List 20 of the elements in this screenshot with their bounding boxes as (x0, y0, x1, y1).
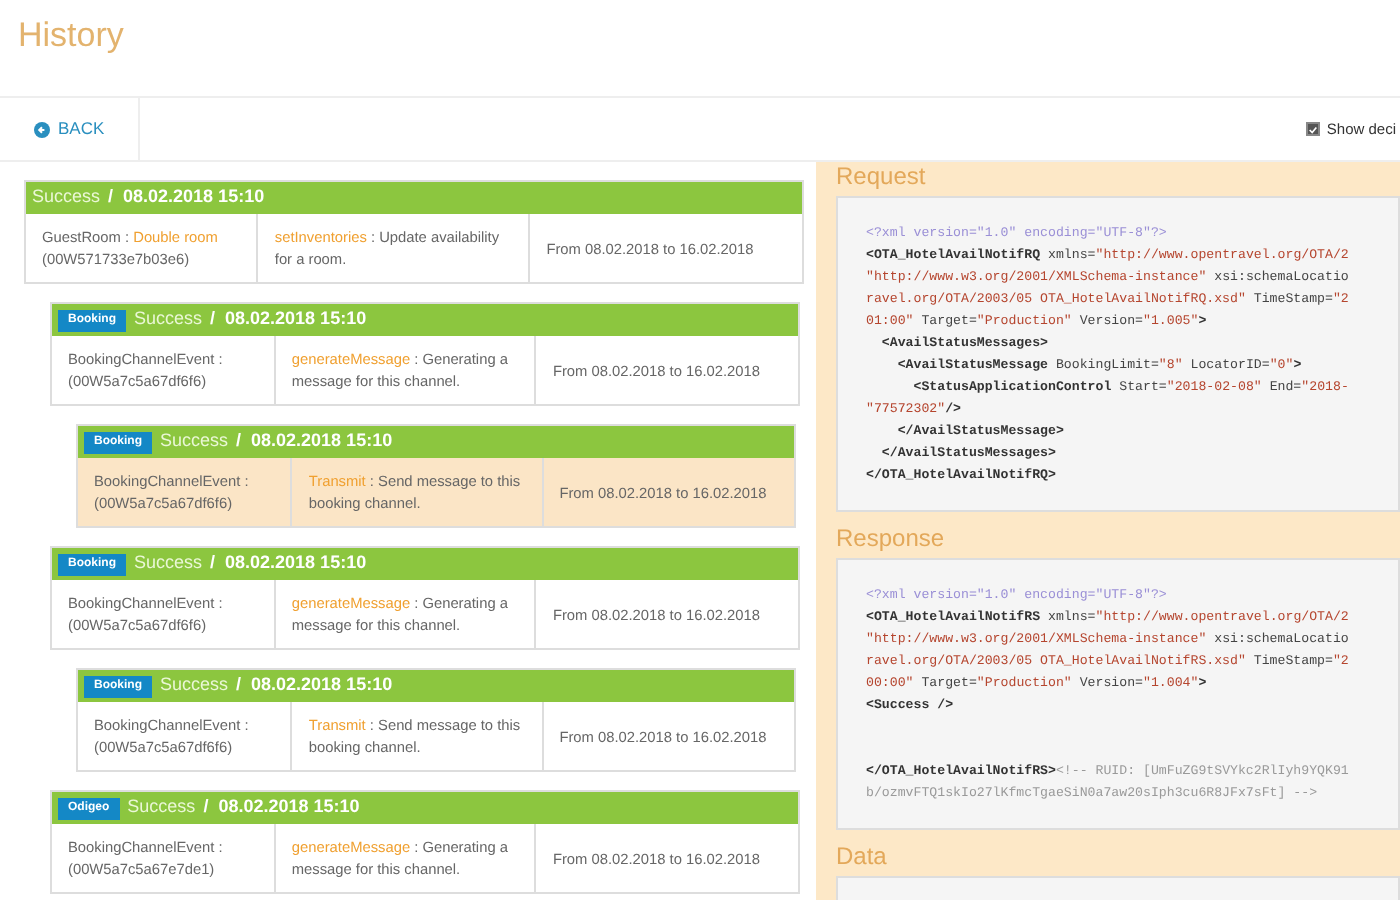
date-text: / 08.02.2018 15:10 (108, 184, 265, 211)
back-button[interactable]: BACK (34, 116, 105, 142)
status-text: Success (134, 306, 203, 333)
status-text: Success (160, 428, 229, 455)
date-text: / 08.02.2018 15:10 (210, 306, 367, 333)
status-text: Success (32, 184, 101, 211)
section-title: Request (836, 162, 928, 194)
status-text: Success (127, 794, 196, 821)
arrow-left-circle-icon (34, 121, 50, 137)
section-title: Data (836, 842, 889, 874)
status-text: Success (134, 550, 203, 577)
page-title: History (18, 13, 124, 58)
date-text: / 08.02.2018 15:10 (210, 550, 367, 577)
status-text: Success (160, 672, 229, 699)
date-text: / 08.02.2018 15:10 (236, 672, 393, 699)
checkbox-square[interactable] (1306, 122, 1321, 136)
checkmark-icon (1308, 123, 1319, 135)
date-text: / 08.02.2018 15:10 (236, 428, 393, 455)
date-text: / 08.02.2018 15:10 (203, 794, 360, 821)
section-title: Response (836, 524, 947, 556)
